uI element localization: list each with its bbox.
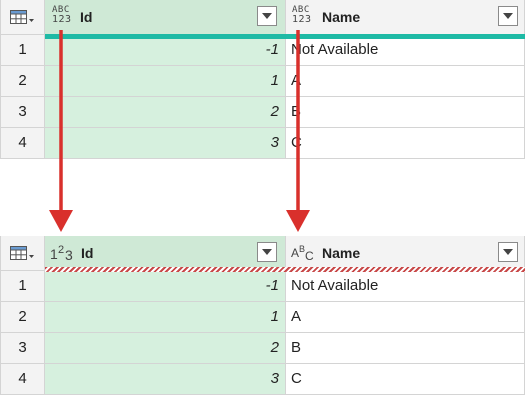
svg-text:3: 3	[65, 247, 73, 262]
table-icon	[10, 246, 34, 260]
cell-name[interactable]: A	[286, 302, 525, 333]
column-quality-bar-pending	[45, 267, 525, 272]
cell-id[interactable]: 2	[45, 97, 286, 128]
column-header-id[interactable]: 1 2 3 Id	[45, 236, 286, 271]
chevron-down-icon	[262, 13, 272, 19]
chevron-down-icon	[503, 13, 513, 19]
table-row: 2 1 A	[0, 66, 525, 97]
table-row: 3 2 B	[0, 97, 525, 128]
header-row: 1 2 3 Id A B C Name	[0, 236, 525, 272]
row-number[interactable]: 2	[0, 66, 45, 97]
table-menu-button[interactable]	[0, 236, 45, 271]
row-number[interactable]: 4	[0, 128, 45, 159]
cell-id[interactable]: -1	[45, 35, 286, 66]
cell-id[interactable]: 1	[45, 66, 286, 97]
svg-text:A: A	[291, 246, 299, 260]
cell-name[interactable]: B	[286, 97, 525, 128]
column-header-name[interactable]: ABC 123 Name	[286, 0, 525, 35]
table-row: 1 -1 Not Available	[0, 35, 525, 66]
svg-text:C: C	[305, 249, 314, 262]
column-header-name[interactable]: A B C Name	[286, 236, 525, 271]
column-dropdown-button-name[interactable]	[498, 242, 518, 262]
column-label-id: Id	[81, 245, 94, 261]
chevron-down-icon	[503, 249, 513, 255]
cell-id[interactable]: -1	[45, 271, 286, 302]
table-row: 3 2 B	[0, 333, 525, 364]
row-number[interactable]: 1	[0, 271, 45, 302]
cell-id[interactable]: 3	[45, 128, 286, 159]
column-label-name: Name	[322, 9, 361, 25]
column-label-name: Name	[322, 245, 361, 261]
table-row: 4 3 C	[0, 128, 525, 159]
grid-after: 1 2 3 Id A B C Name 1 -1 Not Available 2…	[0, 236, 525, 395]
header-row: ABC 123 Id ABC 123 Name	[0, 0, 525, 39]
row-number[interactable]: 3	[0, 333, 45, 364]
table-menu-button[interactable]	[0, 0, 45, 35]
abc-123-icon: ABC 123	[292, 5, 312, 25]
svg-text:2: 2	[58, 244, 64, 256]
cell-name[interactable]: C	[286, 128, 525, 159]
cell-id[interactable]: 3	[45, 364, 286, 395]
row-number[interactable]: 4	[0, 364, 45, 395]
cell-name[interactable]: Not Available	[286, 35, 525, 66]
svg-text:1: 1	[50, 246, 58, 262]
whole-number-icon: 1 2 3	[50, 244, 73, 262]
row-number[interactable]: 2	[0, 302, 45, 333]
cell-id[interactable]: 1	[45, 302, 286, 333]
table-row: 2 1 A	[0, 302, 525, 333]
grid-before: ABC 123 Id ABC 123 Name 1 -1 Not Availab…	[0, 0, 525, 159]
table-row: 1 -1 Not Available	[0, 271, 525, 302]
column-dropdown-button-id[interactable]	[257, 6, 277, 26]
column-quality-bar	[45, 34, 525, 39]
column-header-id[interactable]: ABC 123 Id	[45, 0, 286, 35]
column-dropdown-button-id[interactable]	[257, 242, 277, 262]
row-number[interactable]: 1	[0, 35, 45, 66]
cell-name[interactable]: B	[286, 333, 525, 364]
cell-id[interactable]: 2	[45, 333, 286, 364]
table-icon	[10, 10, 34, 24]
cell-name[interactable]: C	[286, 364, 525, 395]
cell-name[interactable]: Not Available	[286, 271, 525, 302]
table-row: 4 3 C	[0, 364, 525, 395]
column-label-id: Id	[80, 9, 93, 25]
cell-name[interactable]: A	[286, 66, 525, 97]
row-number[interactable]: 3	[0, 97, 45, 128]
abc-123-icon: ABC 123	[52, 5, 72, 25]
column-dropdown-button-name[interactable]	[498, 6, 518, 26]
text-type-icon: A B C	[291, 244, 314, 262]
chevron-down-icon	[262, 249, 272, 255]
